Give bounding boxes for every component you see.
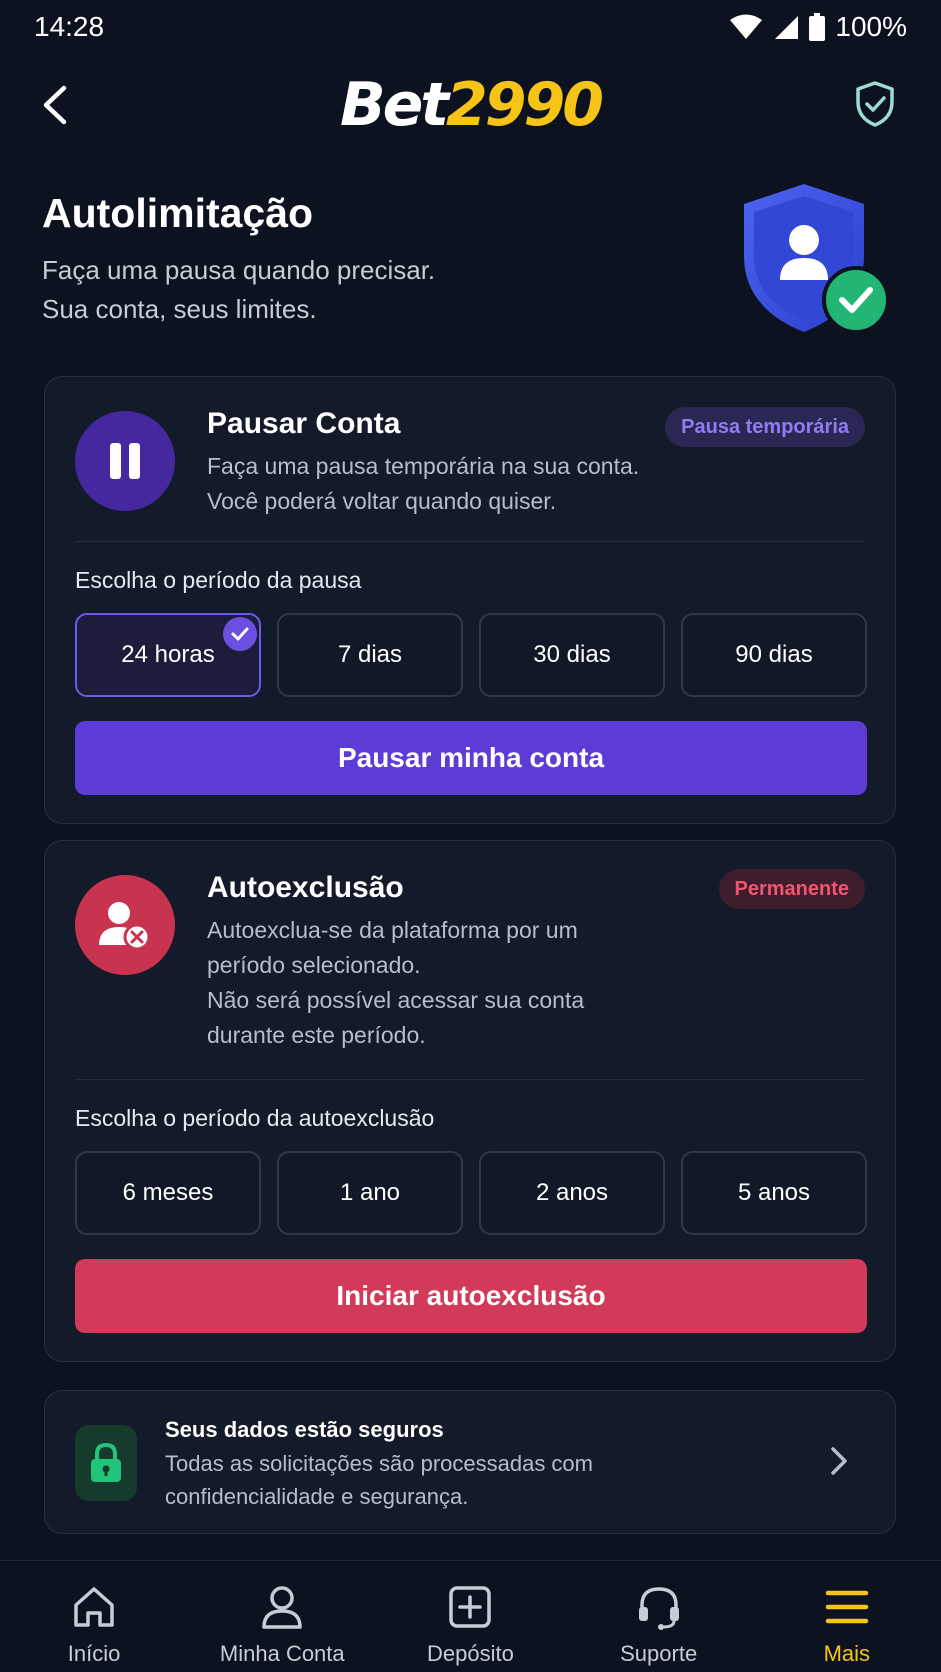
divider	[75, 1079, 865, 1080]
exclusion-desc-line: período selecionado.	[207, 952, 421, 978]
exclusion-desc-line: Não será possível acessar sua conta	[207, 987, 585, 1013]
signal-icon	[775, 16, 799, 39]
exclusion-option-2y[interactable]: 2 anos	[479, 1151, 665, 1235]
pause-icon-circle	[75, 411, 175, 511]
lock-icon-tile	[75, 1425, 137, 1501]
nav-label: Minha Conta	[219, 1641, 345, 1666]
security-desc-line: confidencialidade e segurança.	[165, 1484, 469, 1509]
security-title: Seus dados estão seguros	[165, 1417, 444, 1442]
hero-section: Autolimitação Faça uma pausa quando prec…	[42, 184, 902, 350]
option-label: 24 horas	[121, 641, 215, 668]
menu-icon	[825, 1590, 869, 1624]
nav-item-deposit[interactable]: Depósito	[380, 1583, 560, 1667]
user-remove-icon	[99, 902, 151, 951]
pause-account-button[interactable]: Pausar minha conta	[75, 721, 867, 795]
status-time: 14:28	[34, 11, 105, 42]
exclusion-card-description: Autoexclua-se da plataforma por um perío…	[207, 913, 647, 1053]
divider	[75, 541, 865, 542]
start-exclusion-button[interactable]: Iniciar autoexclusão	[75, 1259, 867, 1333]
option-label: 1 ano	[339, 1179, 401, 1206]
pause-account-card: Pausar Conta Pausa temporária Faça uma p…	[44, 376, 896, 824]
pause-desc-line: Você poderá voltar quando quiser.	[207, 488, 557, 514]
pause-period-label: Escolha o período da pausa	[75, 567, 362, 593]
pause-desc-line: Faça uma pausa temporária na sua conta.	[207, 453, 640, 479]
pause-option-24h[interactable]: 24 horas	[75, 613, 261, 697]
pause-card-title: Pausar Conta	[207, 407, 401, 440]
exclusion-option-5y[interactable]: 5 anos	[681, 1151, 867, 1235]
exclusion-option-1y[interactable]: 1 ano	[277, 1151, 463, 1235]
exclusion-icon-circle	[75, 875, 175, 975]
user-icon	[262, 1586, 303, 1629]
pause-period-options: 24 horas 7 dias 30 dias 90 dias	[75, 613, 867, 697]
bottom-navigation: Início Minha Conta Depósito Suporte Mais	[0, 1560, 941, 1672]
security-description: Todas as solicitações são processadas co…	[165, 1447, 725, 1513]
selected-check-icon	[223, 617, 257, 651]
exclusion-card-title: Autoexclusão	[207, 871, 404, 904]
nav-item-more[interactable]: Mais	[757, 1583, 937, 1667]
nav-label: Suporte	[620, 1641, 698, 1666]
exclusion-desc-line: durante este período.	[207, 1022, 426, 1048]
logo-text-number: 2990	[446, 70, 604, 140]
pause-card-description: Faça uma pausa temporária na sua conta. …	[207, 449, 647, 519]
option-label: 7 dias	[337, 641, 403, 668]
home-icon	[74, 1587, 114, 1627]
nav-item-account[interactable]: Minha Conta	[192, 1583, 372, 1667]
top-bar: Bet2990	[0, 62, 941, 148]
exclusion-status-badge: Permanente	[718, 869, 865, 909]
exclusion-period-options: 6 meses 1 ano 2 anos 5 anos	[75, 1151, 867, 1235]
headset-icon	[638, 1587, 679, 1630]
exclusion-desc-line: Autoexclua-se da plataforma por um	[207, 917, 578, 943]
wifi-icon	[730, 14, 763, 39]
lock-icon	[91, 1442, 121, 1482]
nav-label: Depósito	[427, 1641, 514, 1666]
nav-item-support[interactable]: Suporte	[569, 1583, 749, 1667]
brand-logo: Bet2990	[0, 70, 941, 140]
shield-check-icon	[856, 81, 894, 127]
option-label: 2 anos	[535, 1179, 609, 1206]
option-label: 5 anos	[737, 1179, 811, 1206]
battery-level: 100%	[835, 11, 907, 42]
pause-icon	[110, 443, 140, 479]
option-label: 90 dias	[735, 641, 813, 668]
pause-option-90d[interactable]: 90 dias	[681, 613, 867, 697]
nav-label: Mais	[823, 1641, 871, 1666]
self-exclusion-card: Autoexclusão Permanente Autoexclua-se da…	[44, 840, 896, 1362]
shield-user-illustration	[744, 184, 890, 334]
pause-status-badge: Pausa temporária	[665, 407, 865, 447]
pause-option-7d[interactable]: 7 dias	[277, 613, 463, 697]
status-icons: 100%	[729, 11, 907, 43]
option-label: 6 meses	[122, 1179, 214, 1206]
nav-item-home[interactable]: Início	[4, 1583, 184, 1667]
plus-square-icon	[449, 1586, 492, 1628]
battery-icon	[809, 13, 826, 41]
option-label: 30 dias	[533, 641, 611, 668]
logo-text-bet: Bet	[339, 70, 449, 140]
data-security-card[interactable]: Seus dados estão seguros Todas as solici…	[44, 1390, 896, 1534]
status-bar: 14:28 100%	[0, 0, 941, 54]
security-shield-button[interactable]	[853, 80, 897, 128]
pause-option-30d[interactable]: 30 dias	[479, 613, 665, 697]
security-desc-line: Todas as solicitações são processadas co…	[165, 1451, 593, 1476]
nav-label: Início	[67, 1641, 121, 1666]
exclusion-period-label: Escolha o período da autoexclusão	[75, 1105, 435, 1131]
chevron-right-icon	[831, 1447, 847, 1475]
exclusion-option-6m[interactable]: 6 meses	[75, 1151, 261, 1235]
